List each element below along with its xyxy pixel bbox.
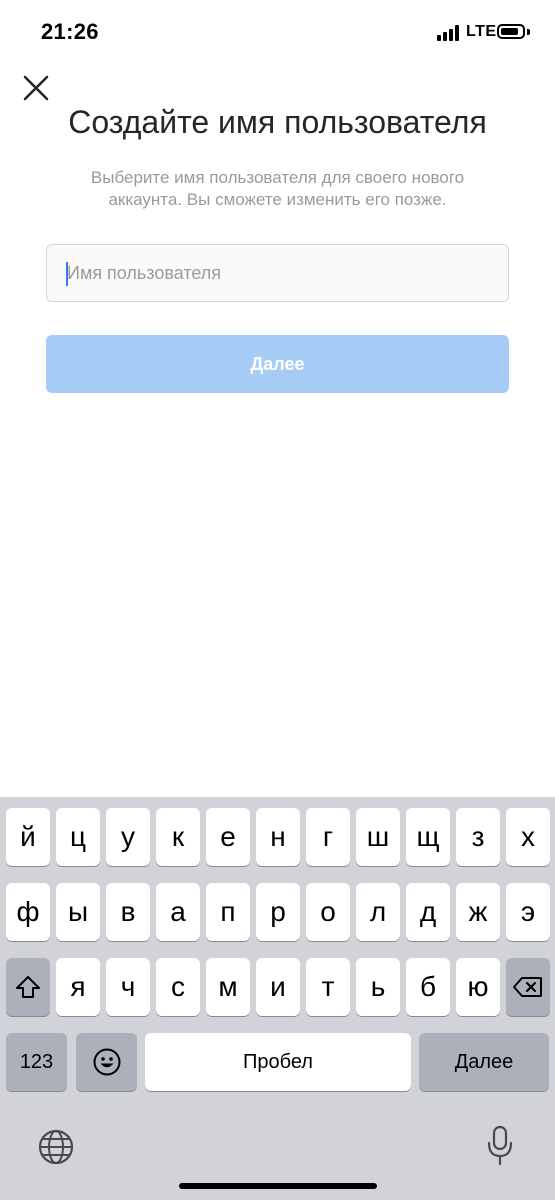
key[interactable]: э bbox=[506, 883, 550, 941]
key[interactable]: г bbox=[306, 808, 350, 866]
close-icon bbox=[23, 75, 49, 101]
shift-key[interactable] bbox=[6, 958, 50, 1016]
key[interactable]: а bbox=[156, 883, 200, 941]
text-caret bbox=[66, 262, 68, 286]
key[interactable]: н bbox=[256, 808, 300, 866]
numbers-key[interactable]: 123 bbox=[6, 1033, 67, 1091]
emoji-icon bbox=[93, 1048, 120, 1076]
space-key[interactable]: Пробел bbox=[145, 1033, 411, 1091]
cellular-signal-icon bbox=[437, 25, 461, 41]
key[interactable]: щ bbox=[406, 808, 450, 866]
key[interactable]: м bbox=[206, 958, 250, 1016]
key[interactable]: у bbox=[106, 808, 150, 866]
key[interactable]: ш bbox=[356, 808, 400, 866]
key[interactable]: ю bbox=[456, 958, 500, 1016]
shift-icon bbox=[16, 976, 40, 998]
key[interactable]: в bbox=[106, 883, 150, 941]
key[interactable]: к bbox=[156, 808, 200, 866]
key[interactable]: с bbox=[156, 958, 200, 1016]
key[interactable]: л bbox=[356, 883, 400, 941]
key[interactable]: ч bbox=[106, 958, 150, 1016]
status-bar: 21:26 LTE bbox=[0, 0, 555, 66]
key[interactable]: т bbox=[306, 958, 350, 1016]
key[interactable]: и bbox=[256, 958, 300, 1016]
key[interactable]: ы bbox=[56, 883, 100, 941]
key[interactable]: ь bbox=[356, 958, 400, 1016]
return-key[interactable]: Далее bbox=[419, 1033, 549, 1091]
battery-icon bbox=[497, 24, 525, 39]
globe-icon bbox=[38, 1129, 74, 1165]
key[interactable]: ж bbox=[456, 883, 500, 941]
key[interactable]: р bbox=[256, 883, 300, 941]
page-subtitle: Выберите имя пользователя для своего нов… bbox=[90, 168, 465, 209]
next-button[interactable]: Далее bbox=[46, 335, 509, 393]
close-button[interactable] bbox=[21, 73, 51, 103]
username-input[interactable] bbox=[47, 245, 508, 301]
key[interactable]: з bbox=[456, 808, 500, 866]
key[interactable]: п bbox=[206, 883, 250, 941]
key[interactable]: я bbox=[56, 958, 100, 1016]
status-time: 21:26 bbox=[41, 19, 99, 44]
key[interactable]: х bbox=[506, 808, 550, 866]
key[interactable]: о bbox=[306, 883, 350, 941]
home-indicator bbox=[179, 1183, 377, 1189]
username-field-container bbox=[46, 244, 509, 302]
key[interactable]: е bbox=[206, 808, 250, 866]
key[interactable]: б bbox=[406, 958, 450, 1016]
microphone-icon bbox=[487, 1125, 513, 1166]
dictation-button[interactable] bbox=[485, 1125, 515, 1167]
globe-button[interactable] bbox=[36, 1127, 76, 1167]
keyboard: й ц у к е н г ш щ з х ф ы в а п р о л д … bbox=[0, 797, 555, 1200]
network-type-label: LTE bbox=[466, 23, 497, 40]
backspace-icon bbox=[513, 977, 542, 997]
key[interactable]: ц bbox=[56, 808, 100, 866]
page-title: Создайте имя пользователя bbox=[68, 104, 487, 140]
key[interactable]: д bbox=[406, 883, 450, 941]
key[interactable]: й bbox=[6, 808, 50, 866]
battery-tip bbox=[527, 29, 530, 35]
emoji-key[interactable] bbox=[76, 1033, 137, 1091]
key[interactable]: ф bbox=[6, 883, 50, 941]
backspace-key[interactable] bbox=[506, 958, 550, 1016]
